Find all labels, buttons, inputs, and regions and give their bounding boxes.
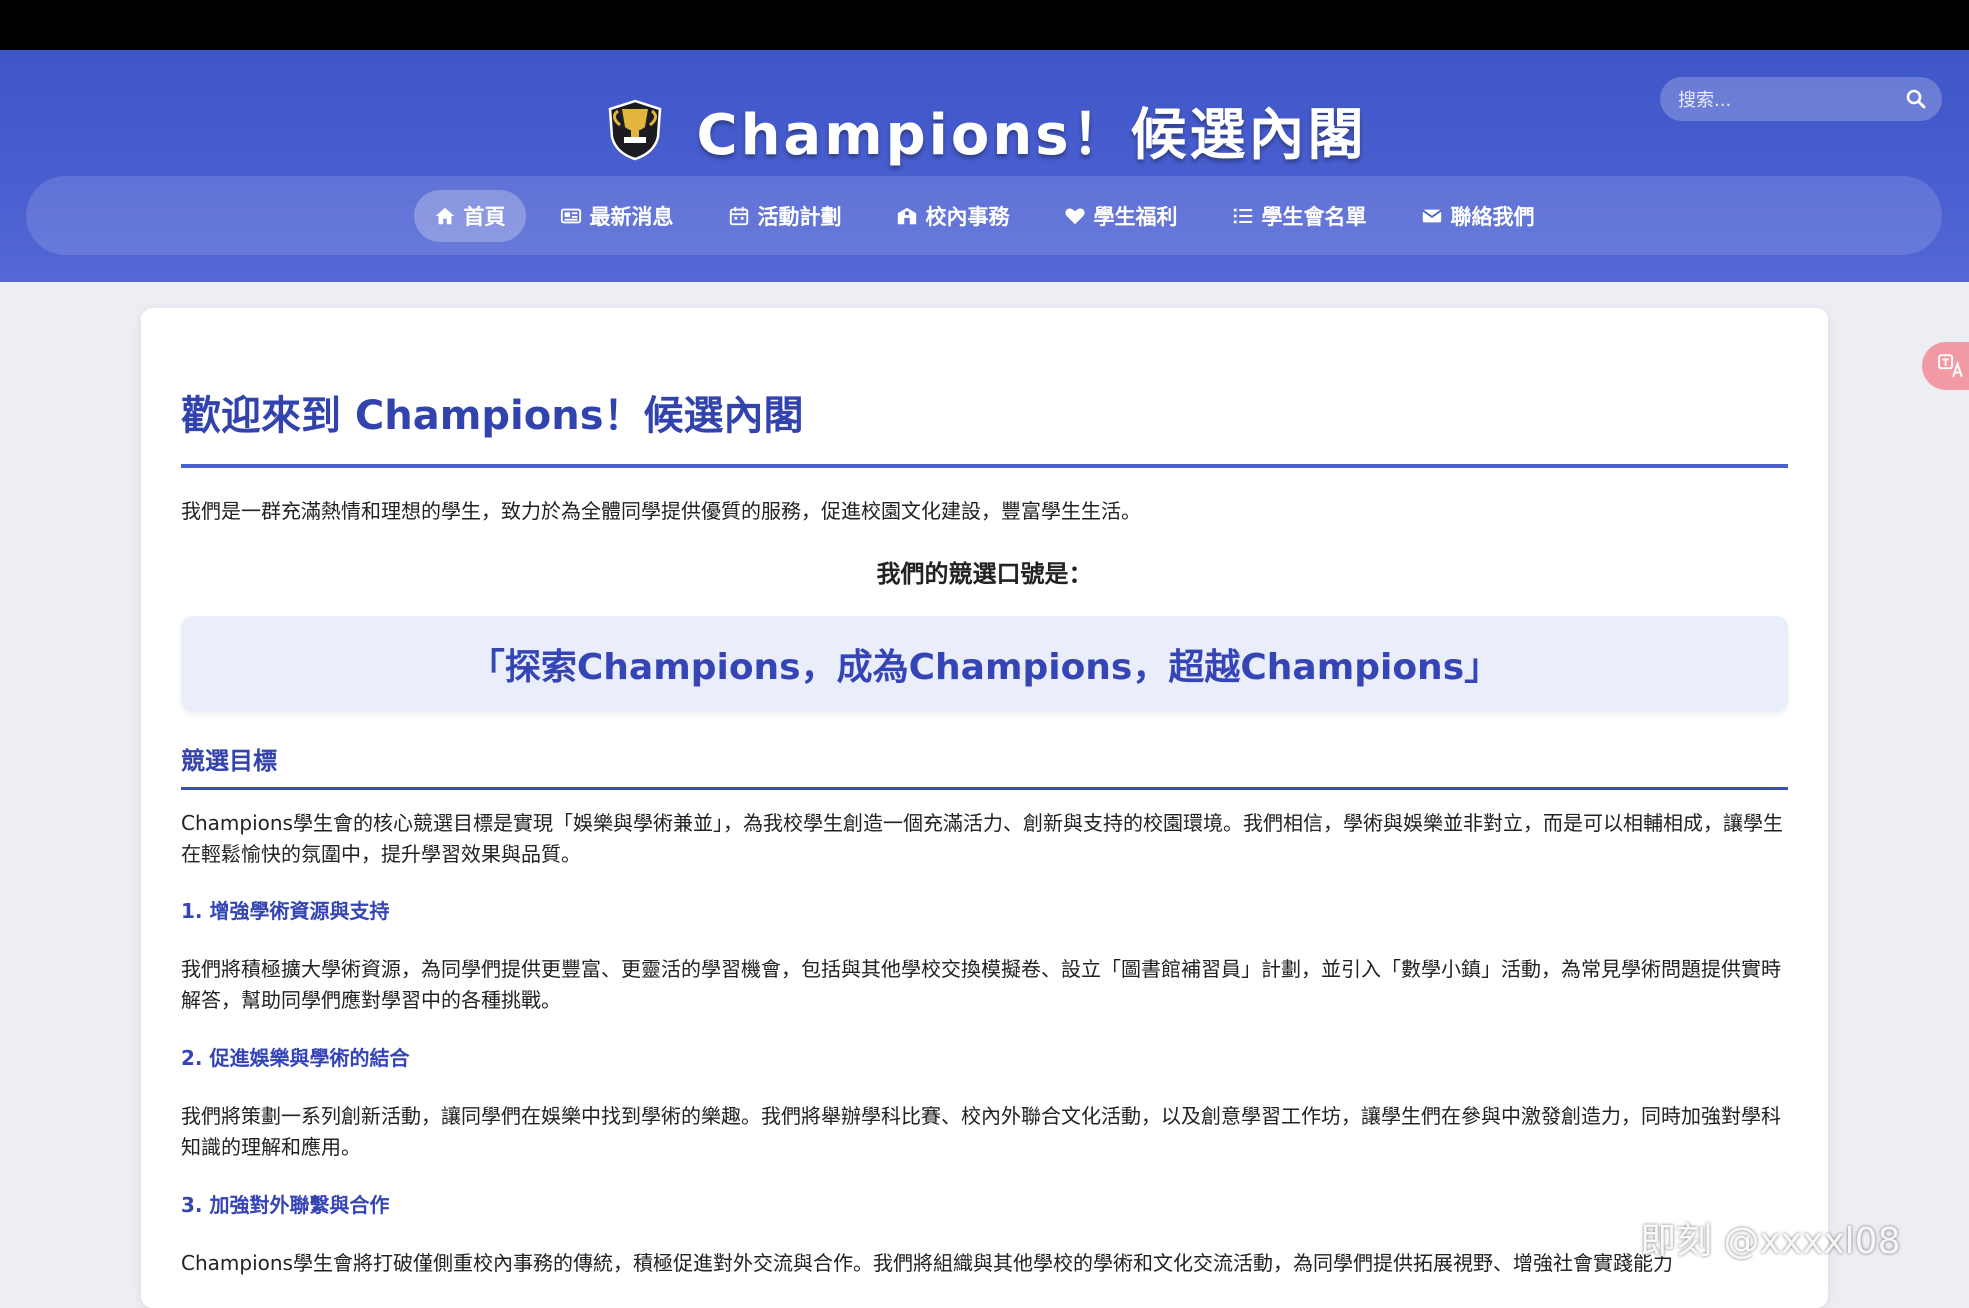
slogan-text: 「探索Champions，成為Champions，超越Champions」 [468,647,1501,688]
list-icon [1233,208,1252,223]
nav-item-label: 學生會名單 [1261,204,1367,229]
envelope-icon [1421,209,1442,222]
goal-title: 3. 加強對外聯繫與合作 [181,1193,390,1217]
watermark-text: 即刻 @xxxxl08 [1640,1221,1901,1262]
nav-item-contact[interactable]: 聯絡我們 [1401,190,1555,242]
search-icon[interactable] [1904,87,1928,111]
slogan-label: 我們的競選口號是： [876,560,1093,588]
goal-title: 2. 促進娛樂與學術的結合 [181,1046,410,1070]
goal-title: 1. 增強學術資源與支持 [181,899,390,923]
nav-item-label: 校內事務 [925,204,1010,229]
top-black-bar [0,0,1969,50]
nav-item-label: 學生福利 [1093,204,1178,229]
nav-item-label: 首頁 [463,204,506,229]
nav-item-events[interactable]: 活動計劃 [708,190,862,242]
champions-logo-icon[interactable] [602,97,668,163]
nav-item-school-affairs[interactable]: 校內事務 [876,190,1030,242]
site-title: Champions！候選內閣 [696,102,1367,168]
content-card: 歡迎來到 Champions！候選內閣 我們是一群充滿熱情和理想的學生，致力於為… [141,308,1828,1308]
nav-item-label: 聯絡我們 [1450,204,1535,229]
goals-intro-text: Champions學生會的核心競選目標是實現「娛樂與學術兼並」，為我校學生創造一… [181,811,1783,866]
intro-text: 我們是一群充滿熱情和理想的學生，致力於為全體同學提供優質的服務，促進校園文化建設… [181,499,1141,523]
newspaper-icon [560,208,581,223]
translate-icon [1938,354,1963,378]
nav-item-home[interactable]: 首頁 [413,189,526,242]
site-header: Champions！候選內閣 首頁 最新消息 活動計劃 校內事務 學生福利 [0,50,1969,282]
calendar-icon [729,206,748,225]
goal-text: 我們將積極擴大學術資源，為同學們提供更豐富、更靈活的學習機會，包括與其他學校交換… [181,957,1781,1012]
goal-text: Champions學生會將打破僅側重校內事務的傳統，積極促進對外交流與合作。我們… [181,1251,1673,1275]
nav-item-members[interactable]: 學生會名單 [1212,190,1387,242]
goal-text: 我們將策劃一系列創新活動，讓同學們在娛樂中找到學術的樂趣。我們將舉辦學科比賽、校… [181,1104,1781,1159]
home-icon [435,207,454,224]
translate-tab[interactable] [1922,342,1969,390]
nav-item-label: 活動計劃 [757,204,842,229]
heart-icon [1064,208,1085,224]
school-icon [897,207,916,224]
main-nav: 首頁 最新消息 活動計劃 校內事務 學生福利 學生會名單 聯絡我們 [26,176,1942,255]
search-box [1660,77,1942,123]
watermark: 即刻 @xxxxl08 [1640,1212,1900,1264]
nav-item-news[interactable]: 最新消息 [540,190,694,242]
welcome-title: 歡迎來到 Champions！候選內閣 [181,388,1788,468]
nav-item-welfare[interactable]: 學生福利 [1044,190,1198,242]
nav-item-label: 最新消息 [589,204,674,229]
search-input[interactable] [1660,77,1910,123]
section-title-goals: 競選目標 [181,732,1788,790]
slogan-box: 「探索Champions，成為Champions，超越Champions」 [181,616,1788,712]
